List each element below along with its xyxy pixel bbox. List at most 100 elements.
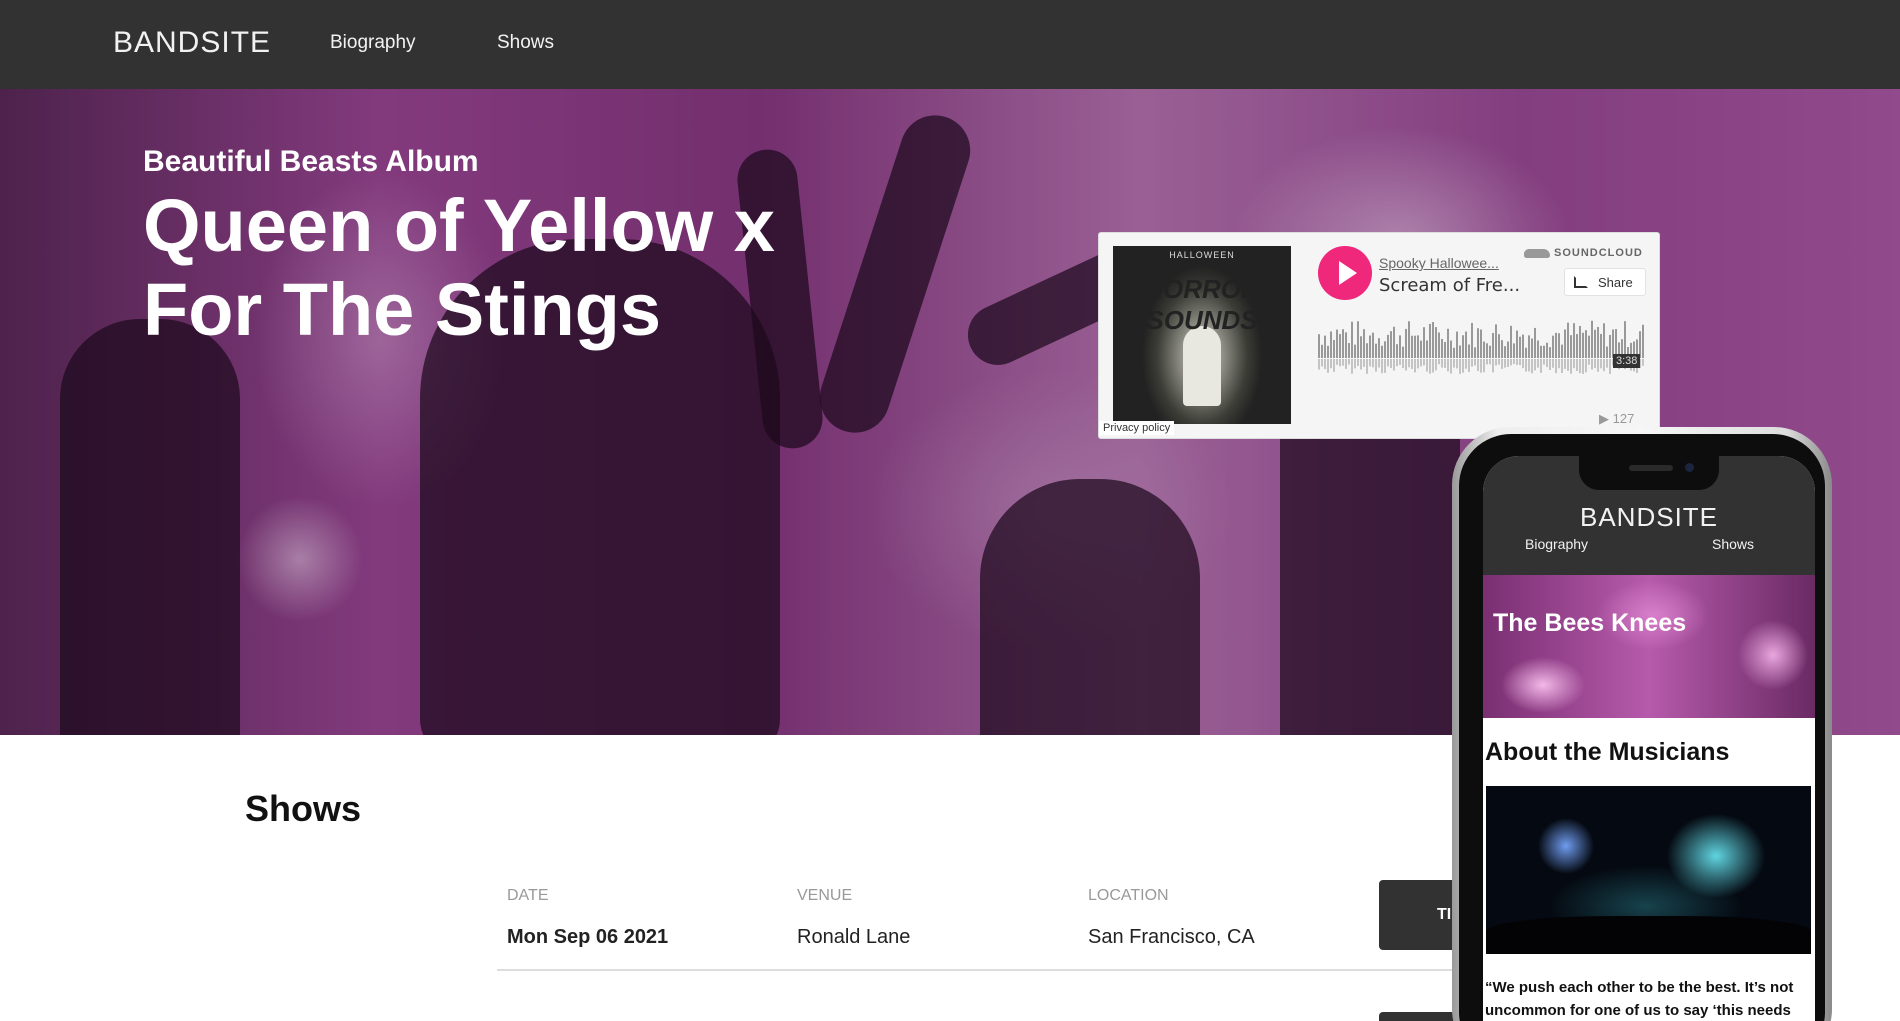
- show-venue: Ronald Lane: [797, 926, 911, 948]
- waveform-bar-reflection: [1606, 359, 1608, 368]
- waveform-bar: [1537, 340, 1539, 358]
- waveform-bar: [1354, 344, 1356, 358]
- waveform-bar-reflection: [1342, 359, 1344, 366]
- waveform-bar: [1528, 335, 1530, 358]
- waveform-bar-reflection: [1564, 359, 1566, 369]
- waveform-bar: [1477, 328, 1479, 358]
- share-icon: [1574, 276, 1588, 288]
- waveform-bar: [1378, 338, 1380, 358]
- waveform-bar-reflection: [1570, 359, 1572, 374]
- waveform-bar-reflection: [1411, 359, 1413, 369]
- waveform-bar-reflection: [1399, 359, 1401, 365]
- site-logo[interactable]: BANDSITE: [113, 26, 271, 60]
- waveform-bar: [1501, 340, 1503, 358]
- waveform-bar-reflection: [1516, 359, 1518, 365]
- site-header: BANDSITE Biography Shows: [0, 0, 1900, 89]
- waveform-bar: [1465, 331, 1467, 358]
- privacy-policy-link[interactable]: Privacy policy: [1099, 421, 1175, 435]
- column-header-venue: VENUE: [797, 887, 853, 904]
- waveform-bar-reflection: [1381, 359, 1383, 374]
- waveform-bar-reflection: [1585, 359, 1587, 373]
- waveform-bar-reflection: [1321, 359, 1323, 367]
- soundcloud-logo[interactable]: SOUNDCLOUD: [1524, 247, 1643, 259]
- waveform-bar-reflection: [1531, 359, 1533, 374]
- waveform-bar: [1432, 322, 1434, 358]
- waveform-bar-reflection: [1414, 359, 1416, 373]
- waveform-bar-reflection: [1558, 359, 1560, 369]
- phone-bezel: BANDSITE Biography Shows The Bees Knees …: [1459, 434, 1825, 1021]
- waveform-bar: [1411, 335, 1413, 358]
- mobile-site-logo[interactable]: BANDSITE: [1483, 502, 1815, 533]
- phone-mockup: BANDSITE Biography Shows The Bees Knees …: [1452, 427, 1832, 1021]
- waveform-bar-reflection: [1501, 359, 1503, 369]
- waveform-bar-reflection: [1534, 359, 1536, 371]
- waveform-bar-reflection: [1519, 359, 1521, 366]
- waveform-bar-reflection: [1453, 359, 1455, 368]
- mobile-nav-shows[interactable]: Shows: [1712, 536, 1754, 552]
- waveform-bar: [1516, 330, 1518, 358]
- waveform-bar-reflection: [1324, 359, 1326, 370]
- waveform-bar-reflection: [1375, 359, 1377, 372]
- waveform-bar: [1429, 323, 1431, 358]
- waveform-bar: [1642, 324, 1644, 358]
- share-button[interactable]: Share: [1564, 268, 1646, 296]
- concert-photo: [1486, 786, 1811, 954]
- waveform-bar-reflection: [1525, 359, 1527, 372]
- waveform-bar-reflection: [1489, 359, 1491, 365]
- waveform-bar-reflection: [1327, 359, 1329, 373]
- waveform-bar-reflection: [1396, 359, 1398, 367]
- waveform-bar-reflection: [1390, 359, 1392, 369]
- front-camera: [1685, 463, 1694, 472]
- waveform-bar: [1405, 328, 1407, 358]
- waveform-bar-reflection: [1492, 359, 1494, 373]
- waveform-bar: [1468, 344, 1470, 358]
- waveform-bar: [1624, 321, 1626, 358]
- waveform-bar-reflection: [1483, 359, 1485, 373]
- waveform-bar: [1330, 331, 1332, 358]
- phone-notch: [1579, 456, 1719, 490]
- waveform-bar-reflection: [1573, 359, 1575, 369]
- waveform-bar: [1609, 334, 1611, 358]
- waveform-bar: [1588, 335, 1590, 358]
- waveform-bar: [1453, 347, 1455, 358]
- waveform-bar: [1480, 329, 1482, 358]
- waveform-bar-reflection: [1561, 359, 1563, 373]
- waveform-bar: [1366, 343, 1368, 358]
- waveform-bar-reflection: [1420, 359, 1422, 367]
- waveform-bar-reflection: [1363, 359, 1365, 367]
- play-icon: [1339, 261, 1357, 285]
- nav-link-biography[interactable]: Biography: [330, 32, 416, 54]
- waveform-bar: [1534, 327, 1536, 358]
- waveform-bar-reflection: [1474, 359, 1476, 366]
- waveform-bar: [1414, 335, 1416, 358]
- waveform-bar: [1336, 329, 1338, 358]
- waveform-bar-reflection: [1495, 359, 1497, 366]
- waveform-bar-reflection: [1537, 359, 1539, 368]
- waveform-bar: [1384, 341, 1386, 358]
- nav-link-shows[interactable]: Shows: [497, 32, 554, 54]
- album-artwork[interactable]: HALLOWEEN HORROR SOUNDS: [1113, 246, 1291, 424]
- waveform-bar: [1438, 332, 1440, 358]
- waveform-bar-reflection: [1546, 359, 1548, 368]
- play-button[interactable]: [1318, 246, 1372, 300]
- waveform-bar: [1318, 334, 1320, 358]
- waveform-bar: [1540, 345, 1542, 358]
- waveform-bar-reflection: [1444, 359, 1446, 368]
- musician-quote: “We push each other to be the best. It’s…: [1485, 979, 1794, 1019]
- track-title[interactable]: Scream of Fre...: [1379, 275, 1520, 296]
- waveform-bar-reflection: [1429, 359, 1431, 374]
- mobile-hero-banner: The Bees Knees: [1483, 575, 1815, 718]
- mobile-nav-biography[interactable]: Biography: [1525, 536, 1588, 552]
- waveform-bar: [1357, 321, 1359, 358]
- soundcloud-logo-text: SOUNDCLOUD: [1554, 247, 1643, 259]
- waveform-bar: [1381, 345, 1383, 358]
- track-user-link[interactable]: Spooky Hallowee...: [1379, 255, 1499, 271]
- shows-heading: Shows: [245, 788, 362, 829]
- waveform-bar-reflection: [1405, 359, 1407, 371]
- waveform[interactable]: [1318, 313, 1646, 403]
- waveform-bar: [1489, 345, 1491, 358]
- waveform-bar-reflection: [1336, 359, 1338, 365]
- waveform-bar-reflection: [1549, 359, 1551, 371]
- waveform-bar-reflection: [1423, 359, 1425, 366]
- waveform-bar-reflection: [1540, 359, 1542, 373]
